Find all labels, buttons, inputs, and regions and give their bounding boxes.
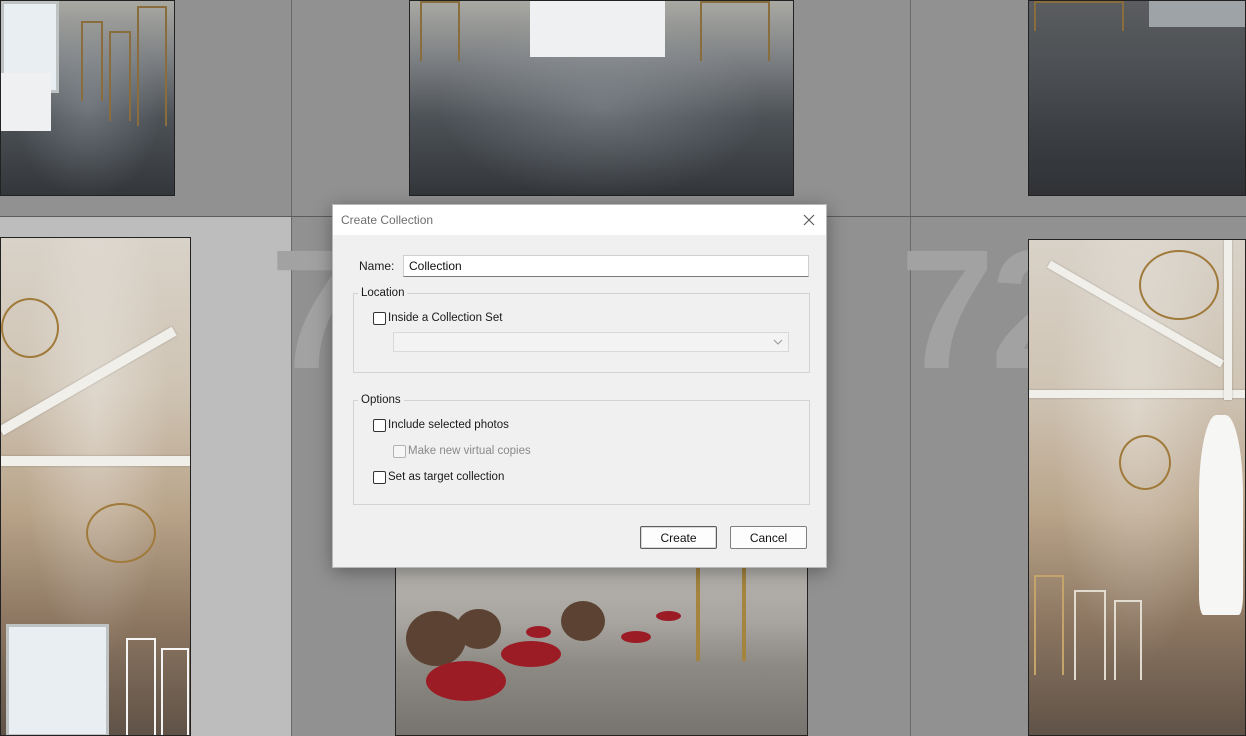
wedding-dress [1199, 415, 1243, 615]
pine-cone [406, 611, 466, 666]
photo-thumbnail[interactable] [1028, 0, 1246, 196]
chair [696, 561, 746, 661]
inside-collection-set-label: Inside a Collection Set [388, 312, 503, 324]
include-selected-photos-label: Include selected photos [388, 419, 509, 431]
chandelier [86, 503, 156, 563]
location-group-title: Location [358, 287, 408, 299]
pine-cone [561, 601, 605, 641]
collection-set-dropdown [393, 332, 789, 352]
dialog-title: Create Collection [341, 213, 434, 227]
photo-thumbnail[interactable] [395, 560, 808, 736]
options-group-title: Options [358, 394, 404, 406]
chair [109, 31, 131, 121]
window [6, 624, 109, 735]
petal [526, 626, 551, 638]
close-icon [803, 214, 815, 226]
petal [426, 661, 506, 701]
photo-thumbnail[interactable] [409, 0, 794, 196]
close-button[interactable] [798, 209, 820, 231]
photo-thumbnail[interactable] [0, 237, 191, 736]
create-collection-dialog: Create Collection Name: Location Inside … [332, 204, 827, 568]
ceiling-beam [1224, 240, 1232, 400]
petal [621, 631, 651, 643]
chair [137, 6, 167, 126]
petal [656, 611, 681, 621]
chair [700, 1, 770, 61]
name-label: Name: [359, 259, 395, 273]
table [1, 73, 51, 131]
table [530, 1, 665, 57]
chair [420, 1, 460, 61]
ceiling-beam [1, 456, 190, 466]
chandelier [1, 298, 59, 358]
create-button[interactable]: Create [640, 526, 717, 549]
photo-thumbnail[interactable] [0, 0, 175, 196]
make-virtual-copies-label: Make new virtual copies [408, 445, 531, 457]
chair [1114, 600, 1142, 680]
chandelier [1139, 250, 1219, 320]
chair [1034, 1, 1124, 31]
inside-collection-set-checkbox[interactable] [373, 312, 386, 325]
set-target-collection-checkbox[interactable] [373, 471, 386, 484]
ceiling-beam [1029, 390, 1245, 398]
chair [1074, 590, 1106, 680]
chair [161, 648, 189, 735]
chair [126, 638, 156, 735]
make-virtual-copies-checkbox [393, 445, 406, 458]
chevron-down-icon [773, 339, 783, 345]
pine-cone [456, 609, 501, 649]
table [1149, 1, 1245, 27]
chair [81, 21, 103, 101]
include-selected-photos-checkbox[interactable] [373, 419, 386, 432]
chair [1034, 575, 1064, 675]
petal [501, 641, 561, 667]
cancel-button[interactable]: Cancel [730, 526, 807, 549]
photo-thumbnail[interactable] [1028, 239, 1246, 736]
set-target-collection-label: Set as target collection [388, 471, 505, 483]
dialog-titlebar[interactable]: Create Collection [333, 205, 826, 235]
name-input[interactable] [403, 255, 809, 277]
chandelier [1119, 435, 1171, 490]
